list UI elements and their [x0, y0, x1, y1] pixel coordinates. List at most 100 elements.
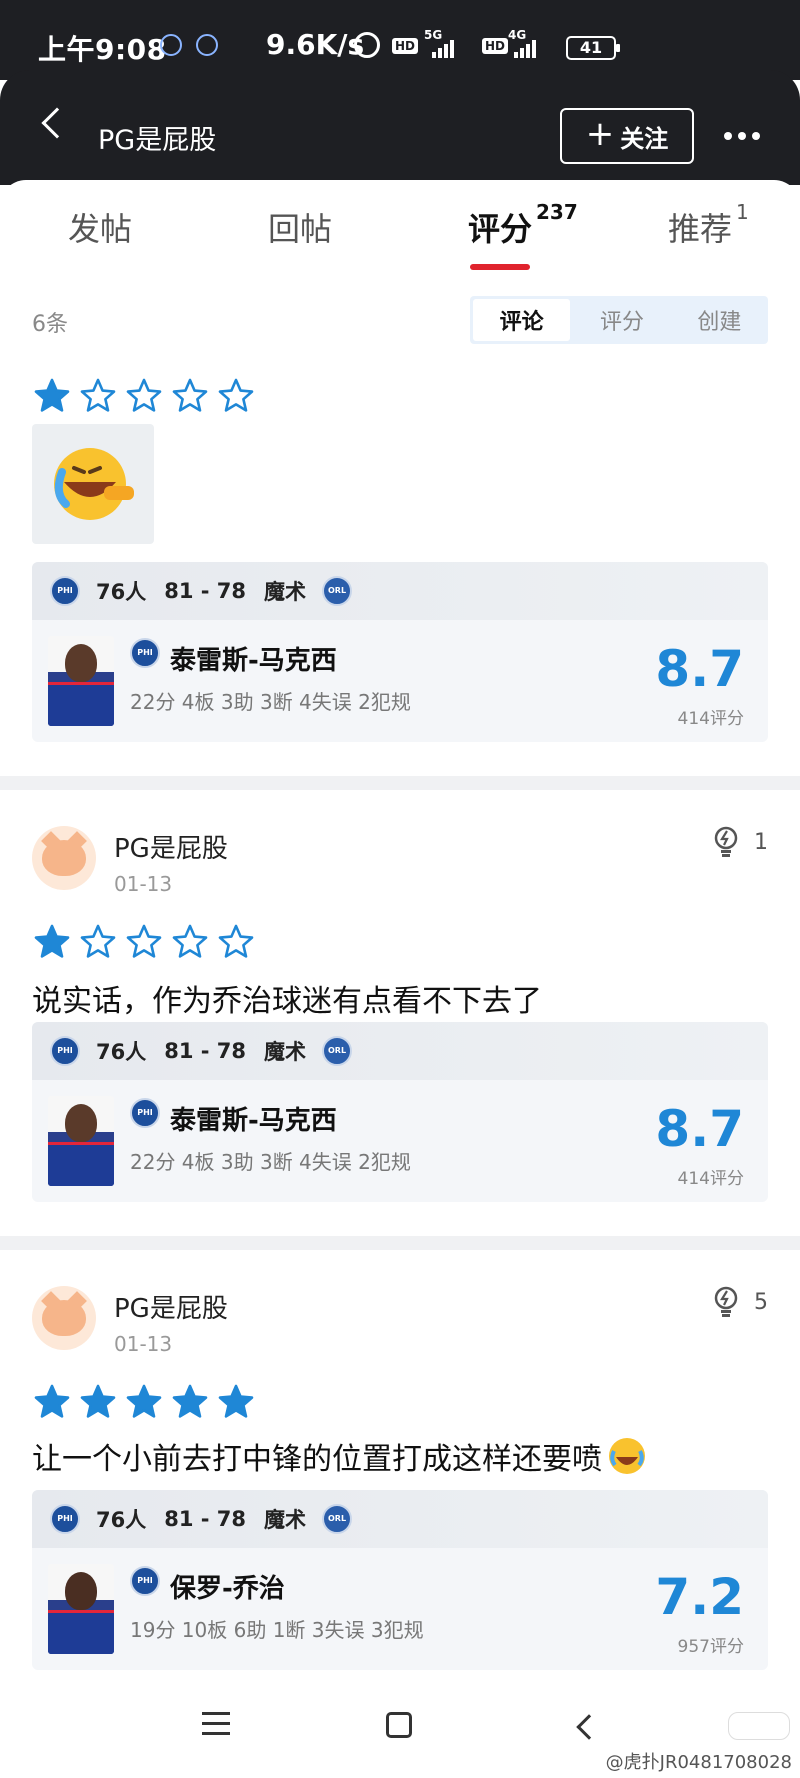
- game-card[interactable]: PHI 76人 81 - 78 魔术 ORL PHI 泰雷斯-马克西 22分 4…: [32, 1022, 768, 1202]
- star-empty-icon: [126, 378, 162, 412]
- tab-label: 评分: [468, 210, 533, 248]
- player-name: 保罗-乔治: [170, 1574, 285, 1604]
- player-name: 泰雷斯-马克西: [170, 1106, 337, 1136]
- tab-label: 推荐: [668, 210, 733, 248]
- emoji-image[interactable]: [32, 424, 154, 544]
- username[interactable]: PG是屁股: [114, 1288, 228, 1325]
- battery-icon: 41: [566, 36, 620, 60]
- tab-count: 237: [536, 200, 578, 224]
- star-rating: [34, 1384, 254, 1420]
- like-button[interactable]: 5: [712, 1286, 768, 1318]
- filter-created[interactable]: 创建: [671, 296, 768, 344]
- magic-logo-icon: ORL: [322, 1504, 353, 1534]
- tab-ratings[interactable]: 评分 237: [468, 200, 578, 250]
- rating-count: 414评分: [677, 709, 744, 729]
- avatar[interactable]: [32, 1286, 96, 1350]
- star-empty-icon: [218, 378, 254, 412]
- home-team: 76人: [96, 1508, 147, 1532]
- game-score: 81 - 78: [164, 1507, 247, 1531]
- game-score: 81 - 78: [164, 1039, 247, 1063]
- follow-label: 关注: [620, 124, 669, 153]
- clock-time: 上午9:08: [38, 33, 167, 66]
- away-team: 魔术: [264, 1508, 307, 1532]
- plus-icon: +: [585, 114, 615, 154]
- active-tab-indicator: [470, 264, 530, 270]
- profile-header: PG是屁股 + 关注: [0, 70, 800, 185]
- hd-badge: HD: [392, 38, 419, 54]
- team-logo-icon: PHI: [130, 638, 160, 668]
- section-divider: [0, 776, 800, 790]
- game-score-row: PHI 76人 81 - 78 魔术 ORL: [32, 1490, 768, 1548]
- filter-rating[interactable]: 评分: [573, 296, 670, 344]
- avatar[interactable]: [32, 826, 96, 890]
- laughing-emoji-icon: [54, 448, 134, 520]
- magic-logo-icon: ORL: [322, 576, 353, 606]
- filter-segmented-control: 评论 评分 创建: [470, 296, 768, 344]
- home-team: 76人: [96, 1040, 147, 1064]
- star-rating: [34, 924, 254, 960]
- follow-button[interactable]: + 关注: [560, 108, 694, 164]
- game-score-row: PHI 76人 81 - 78 魔术 ORL: [32, 562, 768, 620]
- post-date: 01-13: [114, 1332, 173, 1356]
- net-speed: 9.6K/s: [266, 28, 365, 61]
- star-filled-icon: [34, 378, 70, 412]
- crying-laughing-emoji-icon: [609, 1438, 645, 1474]
- signal-icon: [432, 38, 454, 58]
- username[interactable]: PG是屁股: [114, 828, 228, 865]
- star-empty-icon: [126, 924, 162, 958]
- section-divider: [0, 1236, 800, 1250]
- player-stats: 22分 4板 3助 3断 4失误 2犯规: [130, 1150, 411, 1174]
- player-photo: [48, 1096, 114, 1186]
- player-rating: 7.2: [655, 1568, 744, 1626]
- tab-label: 发帖: [68, 210, 133, 248]
- notification-icon: [160, 34, 182, 56]
- tab-count: 1: [736, 200, 749, 224]
- star-empty-icon: [80, 924, 116, 958]
- post-text: 让一个小前去打中锋的位置打成这样还要喷: [32, 1442, 602, 1477]
- post-text: 说实话，作为乔治球迷有点看不下去了: [32, 984, 542, 1019]
- player-photo: [48, 1564, 114, 1654]
- tab-replies[interactable]: 回帖: [268, 204, 332, 250]
- 76ers-logo-icon: PHI: [50, 1036, 80, 1066]
- player-photo: [48, 636, 114, 726]
- tab-posts[interactable]: 发帖: [68, 204, 132, 250]
- more-icon[interactable]: [724, 132, 760, 140]
- signal-icon-2: [514, 38, 536, 58]
- like-count: 1: [754, 829, 768, 855]
- tab-recommend[interactable]: 推荐 1: [668, 200, 749, 250]
- alarm-icon: [354, 32, 380, 58]
- player-name: 泰雷斯-马克西: [170, 646, 337, 676]
- nav-back-icon[interactable]: [576, 1714, 602, 1740]
- star-filled-icon: [172, 1384, 208, 1418]
- back-icon[interactable]: [41, 107, 73, 139]
- game-score-row: PHI 76人 81 - 78 魔术 ORL: [32, 1022, 768, 1080]
- like-button[interactable]: 1: [712, 826, 768, 858]
- hupu-logo-icon: [728, 1712, 790, 1740]
- star-filled-icon: [218, 1384, 254, 1418]
- star-empty-icon: [172, 378, 208, 412]
- game-card[interactable]: PHI 76人 81 - 78 魔术 ORL PHI 泰雷斯-马克西 22分 4…: [32, 562, 768, 742]
- away-team: 魔术: [264, 1040, 307, 1064]
- player-row[interactable]: PHI 保罗-乔治 19分 10板 6助 1断 3失误 3犯规 7.2 957评…: [32, 1548, 768, 1670]
- player-row[interactable]: PHI 泰雷斯-马克西 22分 4板 3助 3断 4失误 2犯规 8.7 414…: [32, 1080, 768, 1202]
- star-empty-icon: [218, 924, 254, 958]
- rating-count: 957评分: [677, 1637, 744, 1657]
- team-logo-icon: PHI: [130, 1098, 160, 1128]
- result-count: 6条: [32, 312, 68, 337]
- player-stats: 22分 4板 3助 3断 4失误 2犯规: [130, 690, 411, 714]
- star-empty-icon: [172, 924, 208, 958]
- hd-badge-2: HD: [482, 38, 509, 54]
- watermark: @虎扑JR0481708028: [605, 1752, 792, 1773]
- player-row[interactable]: PHI 泰雷斯-马克西 22分 4板 3助 3断 4失误 2犯规 8.7 414…: [32, 620, 768, 742]
- player-rating: 8.7: [655, 1100, 744, 1158]
- player-stats: 19分 10板 6助 1断 3失误 3犯规: [130, 1618, 424, 1642]
- post-date: 01-13: [114, 872, 173, 896]
- home-icon[interactable]: [386, 1712, 412, 1738]
- home-team: 76人: [96, 580, 147, 604]
- game-card[interactable]: PHI 76人 81 - 78 魔术 ORL PHI 保罗-乔治 19分 10板…: [32, 1490, 768, 1670]
- star-filled-icon: [80, 1384, 116, 1418]
- filter-comment[interactable]: 评论: [473, 299, 571, 341]
- star-filled-icon: [126, 1384, 162, 1418]
- menu-icon[interactable]: [202, 1712, 230, 1742]
- star-empty-icon: [80, 378, 116, 412]
